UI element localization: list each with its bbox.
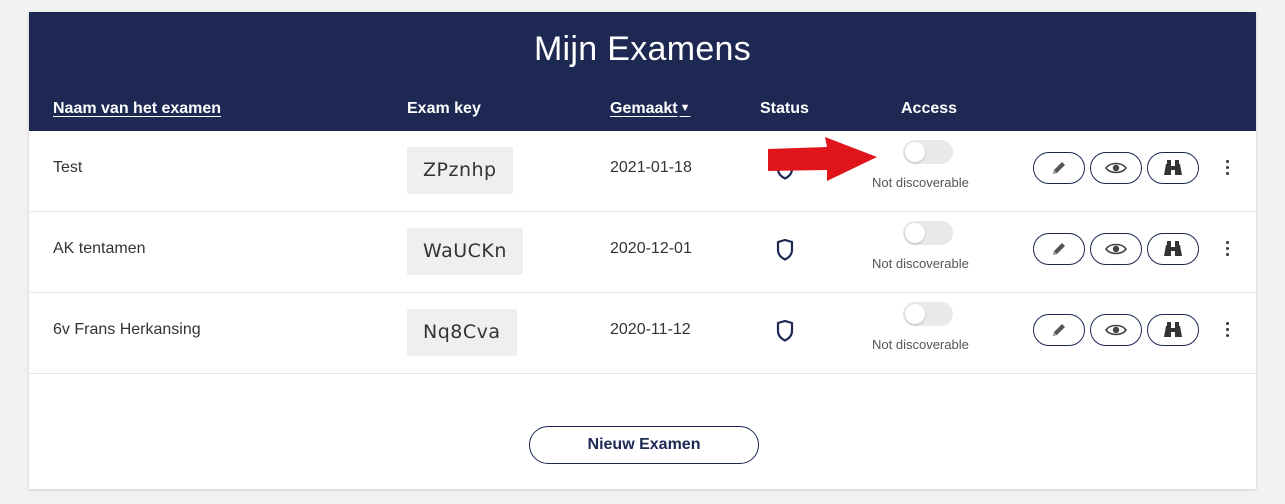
column-header-status: Status <box>760 100 809 117</box>
eye-icon <box>1105 162 1127 174</box>
toggle-knob <box>905 142 925 162</box>
column-header-access: Access <box>901 100 958 117</box>
exam-date: 2021-01-18 <box>610 159 692 176</box>
edit-button[interactable] <box>1033 152 1085 184</box>
exam-name: AK tentamen <box>53 240 146 257</box>
exam-key: ZPznhp <box>407 147 513 194</box>
table-row: Test ZPznhp 2021-01-18 Not discoverable <box>29 131 1256 212</box>
column-header-key: Exam key <box>407 100 481 117</box>
more-menu-button[interactable] <box>1221 157 1233 179</box>
eye-icon <box>1105 324 1127 336</box>
access-status: Not discoverable <box>872 175 969 190</box>
exam-name: 6v Frans Herkansing <box>53 321 201 338</box>
column-header-created[interactable]: Gemaakt ▼ <box>610 100 690 118</box>
table-row: 6v Frans Herkansing Nq8Cva 2020-11-12 No… <box>29 293 1256 374</box>
column-header-created-label: Gemaakt <box>610 100 678 117</box>
shield-icon <box>776 239 794 261</box>
exam-date: 2020-11-12 <box>610 321 691 338</box>
discoverable-toggle[interactable] <box>903 302 953 326</box>
discoverable-toggle[interactable] <box>903 221 953 245</box>
caret-down-icon: ▼ <box>679 102 691 114</box>
pencil-icon <box>1053 162 1065 174</box>
new-exam-button[interactable]: Nieuw Examen <box>529 426 759 464</box>
access-status: Not discoverable <box>872 337 969 352</box>
exams-card: Mijn Examens Naam van het examen Exam ke… <box>29 12 1256 489</box>
page-title: Mijn Examens <box>533 30 752 68</box>
toggle-knob <box>905 304 925 324</box>
edit-button[interactable] <box>1033 314 1085 346</box>
binoculars-icon <box>1164 322 1182 337</box>
table-row: AK tentamen WaUCKn 2020-12-01 Not discov… <box>29 212 1256 293</box>
pencil-icon <box>1053 324 1065 336</box>
table-header: Mijn Examens Naam van het examen Exam ke… <box>29 12 1256 131</box>
inspect-button[interactable] <box>1147 314 1199 346</box>
annotation-arrow-icon <box>768 137 877 181</box>
exam-name: Test <box>53 159 83 176</box>
edit-button[interactable] <box>1033 233 1085 265</box>
exam-key: Nq8Cva <box>407 309 517 356</box>
view-button[interactable] <box>1090 152 1142 184</box>
binoculars-icon <box>1164 160 1182 175</box>
more-menu-button[interactable] <box>1221 319 1233 341</box>
eye-icon <box>1105 243 1127 255</box>
exam-key: WaUCKn <box>407 228 523 275</box>
column-header-name[interactable]: Naam van het examen <box>53 100 221 118</box>
toggle-knob <box>905 223 925 243</box>
discoverable-toggle[interactable] <box>903 140 953 164</box>
shield-icon <box>776 320 794 342</box>
inspect-button[interactable] <box>1147 233 1199 265</box>
view-button[interactable] <box>1090 233 1142 265</box>
inspect-button[interactable] <box>1147 152 1199 184</box>
exam-date: 2020-12-01 <box>610 240 692 257</box>
view-button[interactable] <box>1090 314 1142 346</box>
more-menu-button[interactable] <box>1221 238 1233 260</box>
access-status: Not discoverable <box>872 256 969 271</box>
pencil-icon <box>1053 243 1065 255</box>
binoculars-icon <box>1164 241 1182 256</box>
